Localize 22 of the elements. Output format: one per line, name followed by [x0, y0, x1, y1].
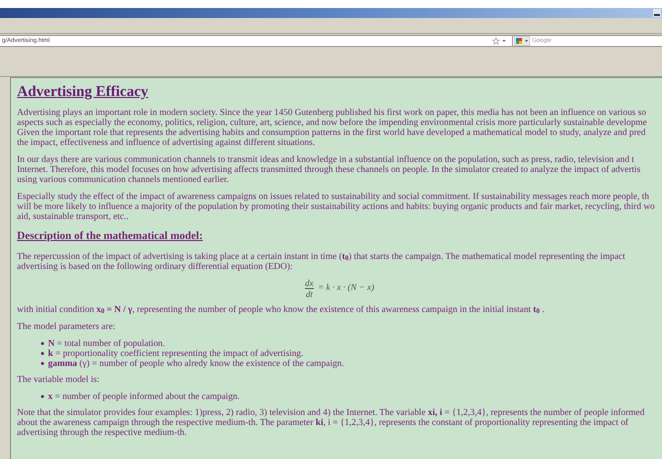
page-title: Advertising Efficacy	[17, 83, 150, 101]
list-item-text: gamma (γ) = number of people who alredy know the existence of the campaign.	[48, 358, 344, 368]
paragraph: Note that the simulator provides four examples: 1)press, 2) radio, 3) television and 4) the Internet. The variable xi, i = {1,2,3,4}, represents the number of people informed about the awareness campaign through the respective medium-th. The parameter ki, i = {1,2,3,4}, represents the constant of proportionality representing the impact of advertising through the respective medium-th.	[17, 406, 646, 436]
star-icon[interactable]	[492, 37, 500, 45]
bullet-icon	[41, 362, 44, 364]
paragraph: In our days there are various communication channels to transmit ideas and knowledge in a substantial influence on the population, such as press, radio, television and t Internet. Therefore, this model focuses on how advertising affects transmitted through these channels on people. In the simulator created to analyze the impact of advertis using various communication channels mentioned earlier.	[17, 154, 642, 184]
list-item-text: N = total number of population.	[48, 338, 165, 348]
paragraph: The model parameters are:	[17, 320, 116, 330]
paragraph: The repercussion of the impact of advertising is taking place at a certain instant in time (t$_{0}$) that starts the campaign. The mathematical model representing the impact advertising is based on the following ordinary differential equation (EDO):	[17, 250, 626, 270]
paragraph: with initial condition x$_{0}$ = N / γ, representing the number of people who know the existence of this awareness campaign in the initial instant t$_{0}$ .	[17, 304, 546, 314]
paragraph: Advertising plays an important role in modern society. Since the year 1450 Gutenberg published his first work on paper, this media has not been an influence on various so aspects such as especially the economy, politics, religion, culture, art, science, and now before the impending environmental crisis more particularly sustainable developme Given the important role that represents the advertising habits and consumption patterns in the first world have developed a mathematical model to study, analyze and pred the impact, effectiveness and influence of advertising against different situations.	[17, 107, 648, 147]
paragraph: Especially study the effect of the impact of awareness campaigns on issues related to sustainability and social commitment. If sustainability messages reach more people, th will be more likely to influence a majority of the population by promoting their sustainability actions and habits: buying organic products and fair market, recycling, third wo aid, sustainable transport, etc..	[17, 191, 656, 221]
bullet-icon	[41, 394, 44, 398]
bullet-icon	[41, 352, 44, 354]
bullet-icon	[41, 342, 44, 344]
paragraph: The variable model is:	[17, 374, 100, 384]
section-heading: Description of the mathematical model:	[17, 229, 204, 244]
list-item-text: x = number of people informed about the campaign.	[48, 390, 240, 400]
minimize-icon[interactable]	[653, 9, 661, 17]
search-engine-icon[interactable]	[514, 36, 530, 46]
list-item-text: k = proportionality coefficient representing the impact of advertising.	[48, 348, 304, 358]
dropdown-arrow-icon[interactable]	[502, 39, 506, 43]
